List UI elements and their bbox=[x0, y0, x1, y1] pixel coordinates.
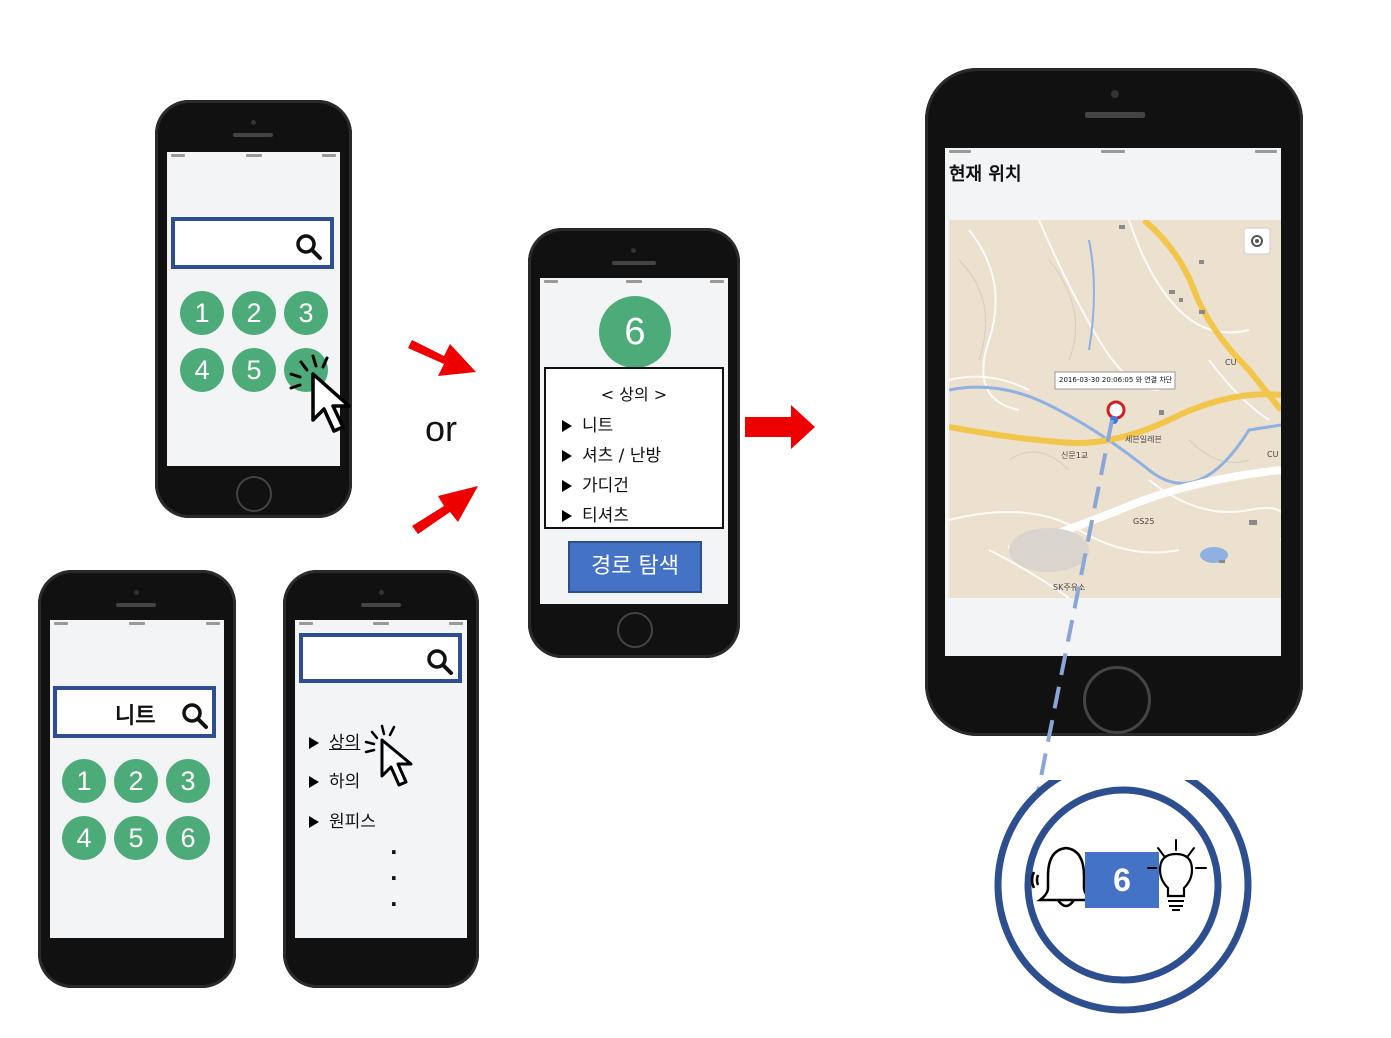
arrow-right-icon bbox=[745, 405, 815, 449]
key-4[interactable]: 4 bbox=[180, 348, 224, 392]
phone-screen: 6 < 상의 > 니트 셔츠 / 난방 가디건 티셔츠 경로 탐색 bbox=[540, 278, 728, 604]
phone-item-detail: 6 < 상의 > 니트 셔츠 / 난방 가디건 티셔츠 경로 탐색 bbox=[528, 228, 740, 658]
route-search-button[interactable]: 경로 탐색 bbox=[568, 541, 702, 593]
search-input[interactable] bbox=[299, 633, 462, 683]
key-4[interactable]: 4 bbox=[62, 816, 106, 860]
lightbulb-icon bbox=[1147, 839, 1207, 911]
item-knit[interactable]: 니트 bbox=[562, 411, 613, 436]
search-value: 니트 bbox=[115, 704, 156, 729]
number-badge: 6 bbox=[599, 296, 671, 368]
key-6[interactable]: 6 bbox=[166, 816, 210, 860]
search-icon[interactable] bbox=[295, 233, 323, 261]
key-3[interactable]: 3 bbox=[166, 759, 210, 803]
dashed-connector bbox=[1036, 420, 1114, 793]
menu-item-dresses[interactable]: 원피스 bbox=[309, 807, 376, 832]
key-1[interactable]: 1 bbox=[62, 759, 106, 803]
menu-item-bottoms[interactable]: 하의 bbox=[309, 767, 360, 792]
item-shirts[interactable]: 셔츠 / 난방 bbox=[562, 441, 661, 466]
key-5[interactable]: 5 bbox=[232, 348, 276, 392]
ellipsis-dot: · bbox=[390, 866, 398, 890]
triangle-icon bbox=[562, 450, 572, 462]
map-popup: 2016-03-30 20:06:05 와 연결 차단 bbox=[1059, 376, 1173, 384]
key-1[interactable]: 1 bbox=[180, 291, 224, 335]
menu-item-tops[interactable]: 상의 bbox=[309, 728, 360, 753]
or-label: or bbox=[425, 408, 458, 449]
search-icon[interactable] bbox=[181, 702, 209, 730]
arrow-right-icon bbox=[412, 486, 478, 534]
triangle-icon bbox=[309, 737, 319, 749]
phone-search-result: 니트 1 2 3 4 5 6 bbox=[38, 570, 236, 988]
item-cardigan[interactable]: 가디건 bbox=[562, 471, 629, 496]
ellipsis-dot: · bbox=[390, 892, 398, 916]
cursor-icon bbox=[289, 354, 351, 433]
key-5[interactable]: 5 bbox=[114, 816, 158, 860]
map-label-cu: CU bbox=[1225, 358, 1237, 367]
map-label-gs: GS25 bbox=[1133, 517, 1155, 526]
category-header: < 상의 > bbox=[600, 385, 668, 404]
search-icon[interactable] bbox=[426, 648, 454, 676]
search-input[interactable]: 니트 bbox=[53, 686, 216, 738]
key-2[interactable]: 2 bbox=[232, 291, 276, 335]
key-3[interactable]: 3 bbox=[284, 291, 328, 335]
triangle-icon bbox=[562, 510, 572, 522]
triangle-icon bbox=[562, 420, 572, 432]
triangle-icon bbox=[562, 480, 572, 492]
device-ring: 6 bbox=[994, 780, 1252, 1038]
category-box: < 상의 > 니트 셔츠 / 난방 가디건 티셔츠 bbox=[544, 367, 724, 529]
ellipsis-dot: · bbox=[390, 840, 398, 864]
triangle-icon bbox=[309, 776, 319, 788]
page-title: 현재 위치 bbox=[949, 164, 1022, 185]
map-label-store: 세븐일레븐 bbox=[1125, 435, 1162, 444]
map-label-cu: CU bbox=[1267, 450, 1279, 459]
triangle-icon bbox=[309, 816, 319, 828]
phone-keypad: 1 2 3 4 5 bbox=[155, 100, 352, 518]
arrow-right-icon bbox=[408, 340, 476, 376]
key-2[interactable]: 2 bbox=[114, 759, 158, 803]
cursor-icon bbox=[364, 724, 413, 787]
search-input[interactable] bbox=[171, 217, 334, 269]
item-tshirt[interactable]: 티셔츠 bbox=[562, 501, 629, 526]
phone-screen: 니트 1 2 3 4 5 6 bbox=[50, 620, 224, 938]
